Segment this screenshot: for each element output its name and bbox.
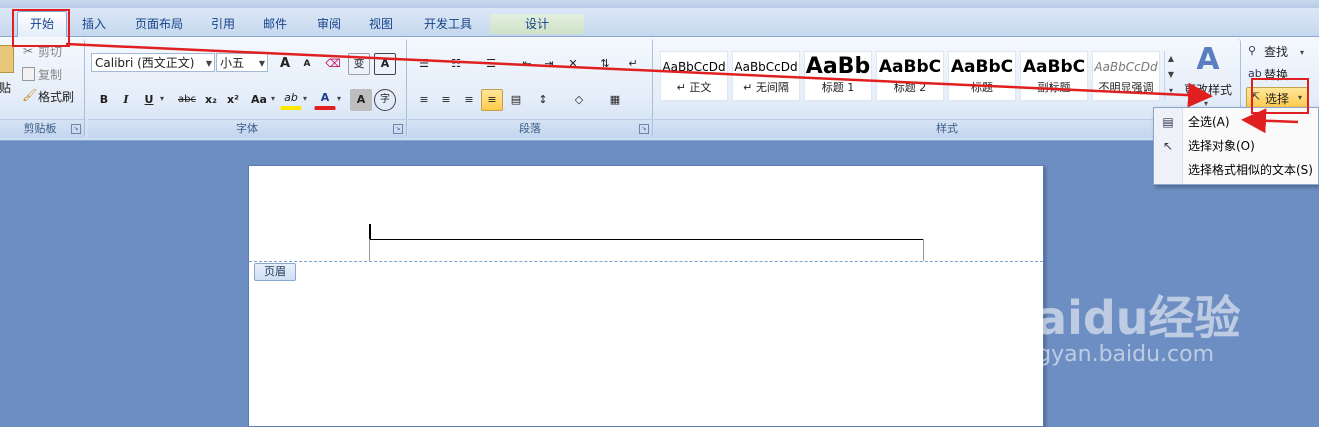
watermark-url: jingyan.baidu.com (1011, 342, 1215, 367)
watermark-brand: Baidu经验 (1001, 291, 1241, 345)
annotation-arrow-short (1241, 108, 1299, 134)
baidu-watermark: Baidu经验 jingyan.baidu.com (1001, 262, 1281, 382)
annotation-arrow-long (65, 42, 1213, 108)
